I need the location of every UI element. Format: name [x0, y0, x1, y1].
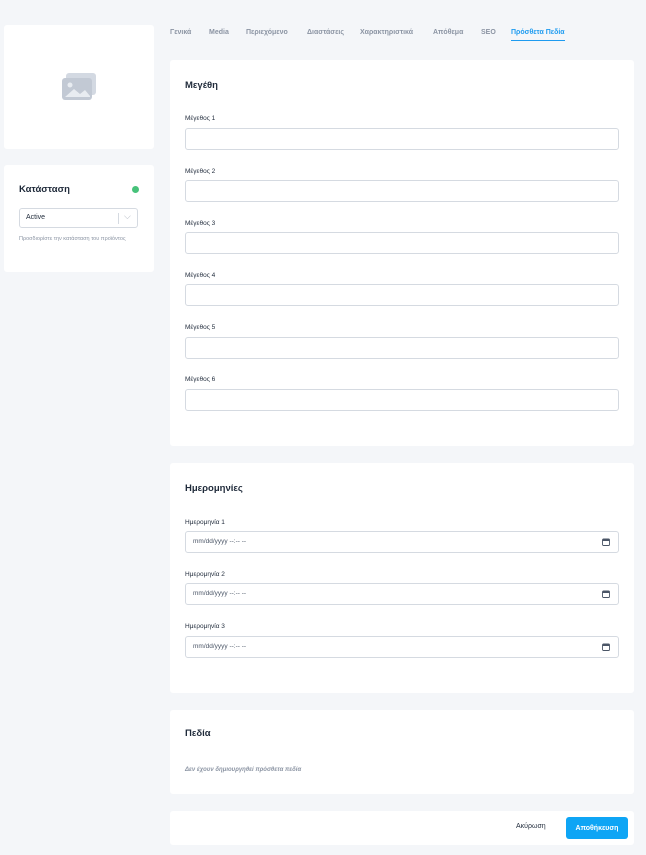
status-title: Κατάσταση	[19, 184, 70, 195]
tab-stock[interactable]: Απόθεμα	[433, 29, 463, 36]
size-6-label: Μέγεθος 6	[185, 376, 216, 383]
calendar-icon[interactable]	[602, 538, 610, 546]
tab-dimensions[interactable]: Διαστάσεις	[307, 29, 344, 36]
tab-seo[interactable]: SEO	[481, 29, 496, 36]
size-5-input[interactable]	[185, 337, 619, 359]
size-6-input[interactable]	[185, 389, 619, 411]
date-3-placeholder: mm/dd/yyyy --:-- --	[193, 643, 247, 650]
size-2-label: Μέγεθος 2	[185, 168, 216, 175]
action-bar: Ακύρωση Αποθήκευση	[170, 811, 634, 845]
tab-media[interactable]: Media	[209, 29, 229, 36]
size-2-input[interactable]	[185, 180, 619, 202]
date-3-label: Ημερομηνία 3	[185, 623, 225, 630]
size-5-label: Μέγεθος 5	[185, 324, 216, 331]
tab-content[interactable]: Περιεχόμενο	[246, 29, 288, 36]
date-2-input[interactable]: mm/dd/yyyy --:-- --	[185, 583, 619, 605]
calendar-icon[interactable]	[602, 590, 610, 598]
sizes-title: Μεγέθη	[185, 80, 218, 91]
chevron-down-icon[interactable]: ⌵	[124, 211, 131, 222]
empty-fields-note: Δεν έχουν δημιουργηθεί πρόσθετα πεδία	[185, 767, 302, 773]
cancel-button[interactable]: Ακύρωση	[516, 823, 546, 830]
size-4-input[interactable]	[185, 284, 619, 306]
status-help-text: Προσδιορίστε την κατάσταση του προϊόντος	[19, 236, 126, 242]
date-2-label: Ημερομηνία 2	[185, 571, 225, 578]
size-1-label: Μέγεθος 1	[185, 115, 216, 122]
size-3-input[interactable]	[185, 232, 619, 254]
calendar-icon[interactable]	[602, 643, 610, 651]
size-4-label: Μέγεθος 4	[185, 272, 216, 279]
tab-extra-fields[interactable]: Πρόσθετα Πεδία	[511, 29, 565, 41]
date-1-placeholder: mm/dd/yyyy --:-- --	[193, 538, 247, 545]
date-1-input[interactable]: mm/dd/yyyy --:-- --	[185, 531, 619, 553]
date-1-label: Ημερομηνία 1	[185, 519, 225, 526]
status-indicator-icon	[132, 186, 139, 193]
status-card: Κατάσταση Active ⌵ Προσδιορίστε την κατά…	[4, 165, 154, 272]
dates-section: Ημερομηνίες Ημερομηνία 1 mm/dd/yyyy --:-…	[170, 463, 634, 693]
tab-general[interactable]: Γενικά	[170, 29, 191, 36]
select-divider	[118, 213, 119, 224]
sizes-section: Μεγέθη Μέγεθος 1 Μέγεθος 2 Μέγεθος 3 Μέγ…	[170, 60, 634, 446]
tab-attributes[interactable]: Χαρακτηριστικά	[360, 29, 413, 36]
image-card[interactable]	[4, 25, 154, 149]
image-placeholder-icon	[62, 73, 96, 100]
fields-section: Πεδία Δεν έχουν δημιουργηθεί πρόσθετα πε…	[170, 710, 634, 794]
size-1-input[interactable]	[185, 128, 619, 150]
fields-title: Πεδία	[185, 728, 211, 739]
save-button[interactable]: Αποθήκευση	[566, 817, 628, 839]
dates-title: Ημερομηνίες	[185, 483, 243, 494]
status-select[interactable]: Active ⌵	[19, 208, 138, 228]
size-3-label: Μέγεθος 3	[185, 220, 216, 227]
date-2-placeholder: mm/dd/yyyy --:-- --	[193, 590, 247, 597]
status-select-value: Active	[26, 214, 46, 221]
date-3-input[interactable]: mm/dd/yyyy --:-- --	[185, 636, 619, 658]
